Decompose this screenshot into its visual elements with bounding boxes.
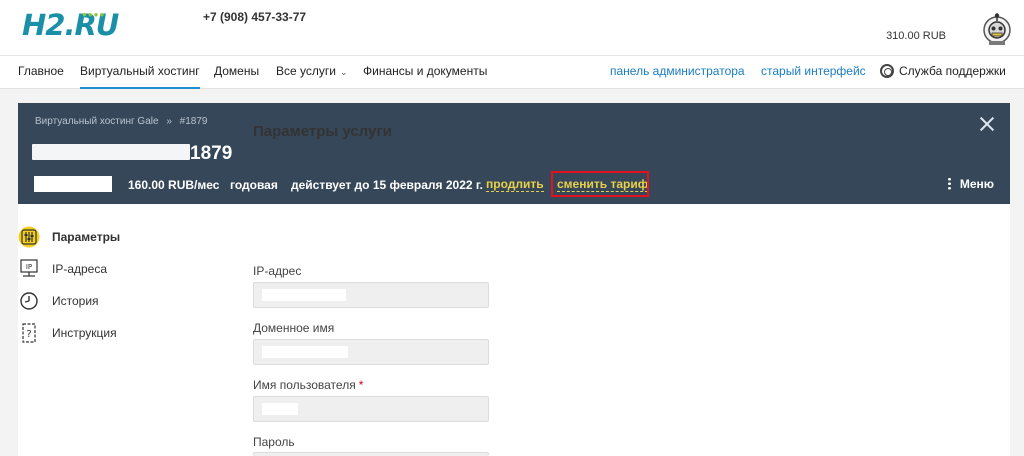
password-label: Пароль	[253, 435, 295, 449]
breadcrumb: Виртуальный хостинг Gale » #1879	[35, 116, 212, 127]
help-doc-icon: ?	[22, 323, 36, 343]
gear-robot-avatar-icon	[983, 13, 1011, 45]
required-asterisk: *	[358, 378, 364, 392]
section-title: Параметры услуги	[253, 123, 392, 140]
breadcrumb-separator: »	[166, 116, 172, 127]
lifebuoy-icon	[880, 64, 894, 78]
domain-name-label: Доменное имя	[253, 321, 335, 335]
top-header: H2.RU ●●●● +7 (908) 457-33-77 310.00 RUB	[0, 0, 1024, 55]
breadcrumb-service-id: #1879	[179, 116, 208, 127]
username-field[interactable]	[253, 396, 489, 422]
nav-virtual-hosting[interactable]: Виртуальный хостинг	[80, 56, 200, 89]
more-vertical-icon	[947, 177, 951, 190]
service-price: 160.00 RUB/мес	[128, 178, 220, 192]
service-valid-until: действует до 15 февраля 2022 г.	[291, 178, 484, 192]
nav-home[interactable]: Главное	[18, 56, 64, 89]
redacted-value	[262, 289, 346, 301]
nav-finance-documents[interactable]: Финансы и документы	[363, 56, 487, 89]
ip-icon: IP	[20, 259, 38, 277]
logo-dots-icon: ●●●●	[82, 10, 106, 19]
nav-support-label: Служба поддержки	[899, 64, 1006, 78]
sidebar-item-label: IP-адреса	[52, 262, 108, 276]
sidebar-item-ip-addresses[interactable]: IP IP-адреса	[18, 258, 198, 280]
main-nav: Главное Виртуальный хостинг Домены Все у…	[0, 55, 1024, 89]
support-phone: +7 (908) 457-33-77	[203, 10, 307, 24]
service-header: Виртуальный хостинг Gale » #1879 1879 16…	[18, 103, 1010, 204]
account-balance[interactable]: 310.00 RUB	[886, 30, 946, 42]
nav-all-services-label: Все услуги	[276, 64, 336, 78]
clock-icon	[20, 292, 38, 310]
redacted-plan-name	[34, 176, 112, 192]
sidebar-item-parameters[interactable]: Параметры	[18, 226, 198, 248]
sidebar-item-history[interactable]: История	[18, 290, 198, 312]
logo[interactable]: H2.RU ●●●●	[22, 8, 119, 42]
renew-link[interactable]: продлить	[486, 178, 544, 192]
ip-address-label: IP-адрес	[253, 264, 302, 278]
redacted-value	[262, 403, 298, 415]
sidebar-item-label: История	[52, 294, 99, 308]
service-title: 1879	[32, 143, 232, 167]
chevron-down-icon: ⌄	[339, 67, 348, 77]
sidebar-item-label: Параметры	[52, 230, 121, 244]
close-icon[interactable]	[978, 115, 996, 133]
username-label: Имя пользователя *	[253, 378, 363, 392]
service-number: 1879	[190, 143, 233, 164]
nav-domains[interactable]: Домены	[214, 56, 259, 89]
nav-all-services[interactable]: Все услуги ⌄	[276, 56, 348, 89]
sliders-icon	[18, 226, 40, 248]
sidebar-item-instruction[interactable]: ? Инструкция	[18, 322, 198, 344]
svg-text:IP: IP	[26, 263, 32, 271]
menu-button-label: Меню	[959, 177, 994, 191]
redacted-value	[262, 346, 348, 358]
breadcrumb-hosting[interactable]: Виртуальный хостинг Gale	[35, 116, 159, 127]
user-avatar[interactable]	[980, 12, 1014, 46]
service-info-row: 160.00 RUB/мес годовая действует до 15 ф…	[34, 175, 994, 197]
sidebar-item-label: Инструкция	[52, 326, 117, 340]
ip-address-field[interactable]	[253, 282, 489, 308]
svg-text:?: ?	[26, 329, 31, 340]
username-label-text: Имя пользователя	[253, 378, 356, 392]
password-field[interactable]	[253, 452, 489, 456]
change-plan-highlight-box	[551, 171, 649, 197]
nav-old-interface[interactable]: старый интерфейс	[761, 56, 866, 89]
nav-admin-panel[interactable]: панель администратора	[610, 56, 745, 89]
nav-support[interactable]: Служба поддержки	[880, 56, 1006, 89]
menu-button[interactable]: Меню	[947, 177, 994, 191]
domain-name-field[interactable]	[253, 339, 489, 365]
redacted-domain	[32, 144, 190, 161]
service-period: годовая	[230, 178, 278, 192]
